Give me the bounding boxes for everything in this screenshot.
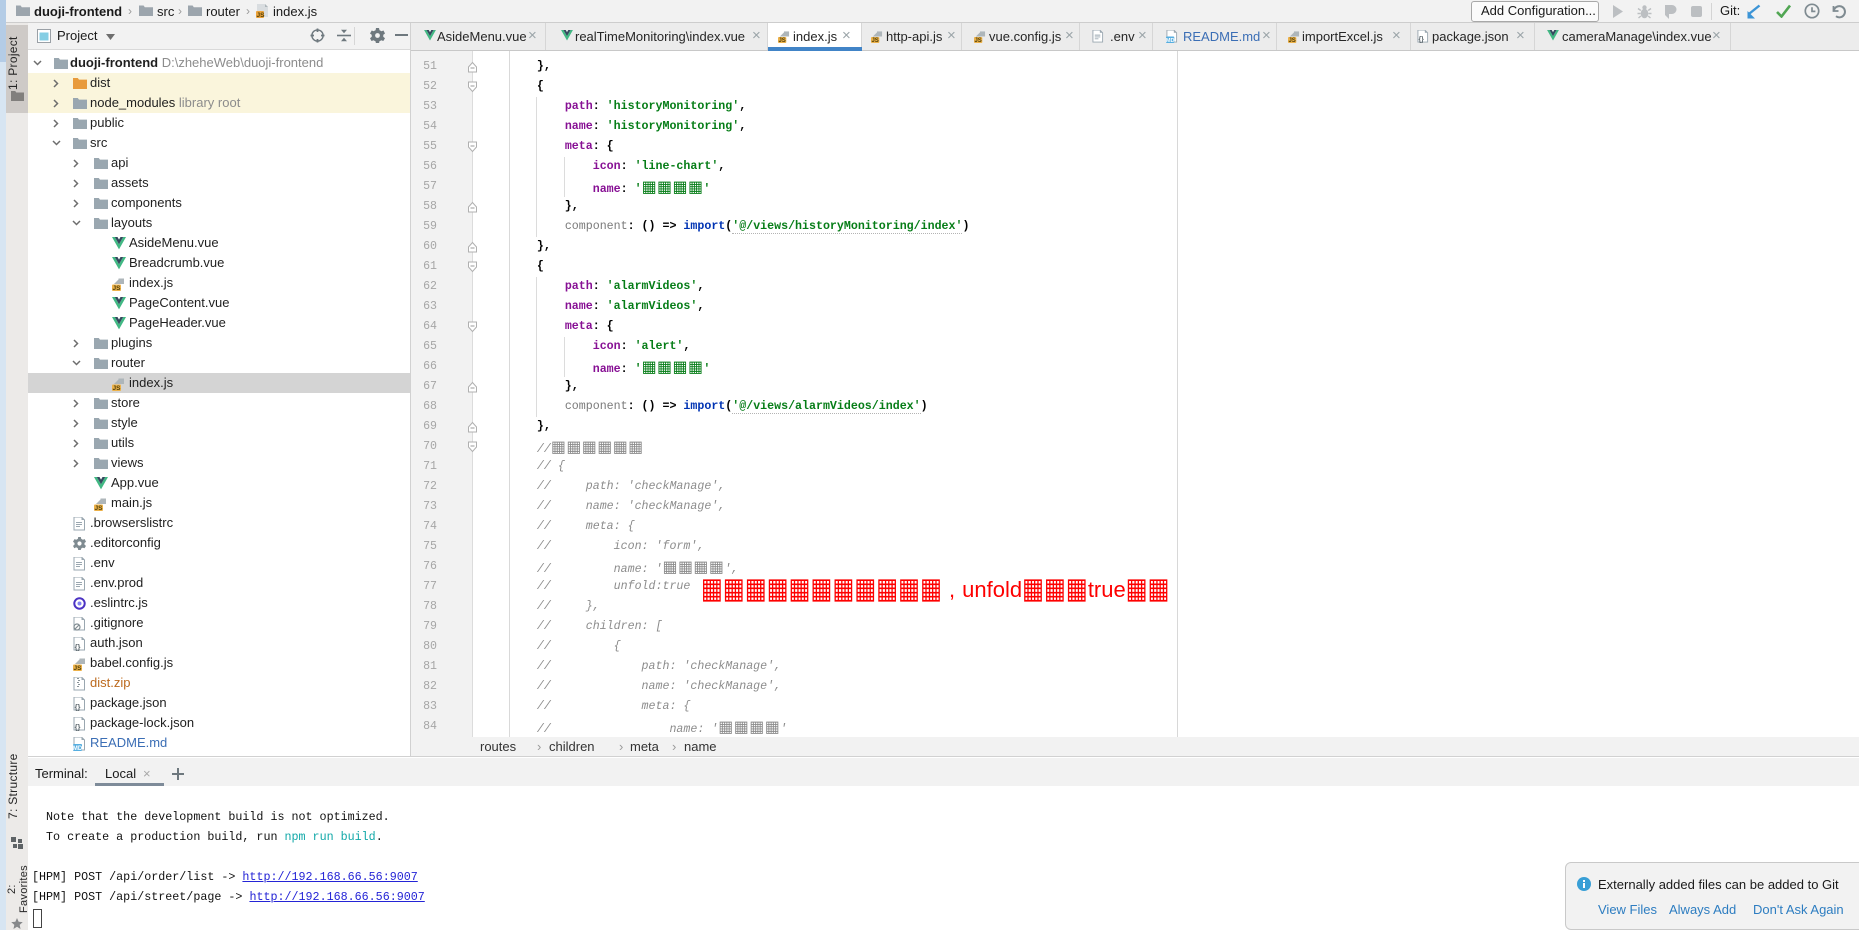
svg-text:JS: JS: [974, 38, 981, 43]
svg-text:JS: JS: [871, 38, 878, 43]
svg-text:MD: MD: [73, 746, 83, 751]
svg-text:JS: JS: [113, 285, 122, 291]
svg-text:MD: MD: [1166, 38, 1174, 43]
svg-text:JS: JS: [113, 385, 122, 391]
svg-text:JS: JS: [74, 665, 83, 671]
svg-text:{}: {}: [1418, 37, 1424, 43]
svg-text:{}: {}: [75, 643, 81, 652]
svg-text:JS: JS: [95, 505, 104, 511]
svg-text:{}: {}: [75, 703, 81, 712]
svg-text:JS: JS: [1288, 38, 1295, 43]
svg-text:JS: JS: [257, 12, 266, 18]
svg-text:{}: {}: [75, 723, 81, 732]
svg-text:JS: JS: [778, 38, 785, 43]
